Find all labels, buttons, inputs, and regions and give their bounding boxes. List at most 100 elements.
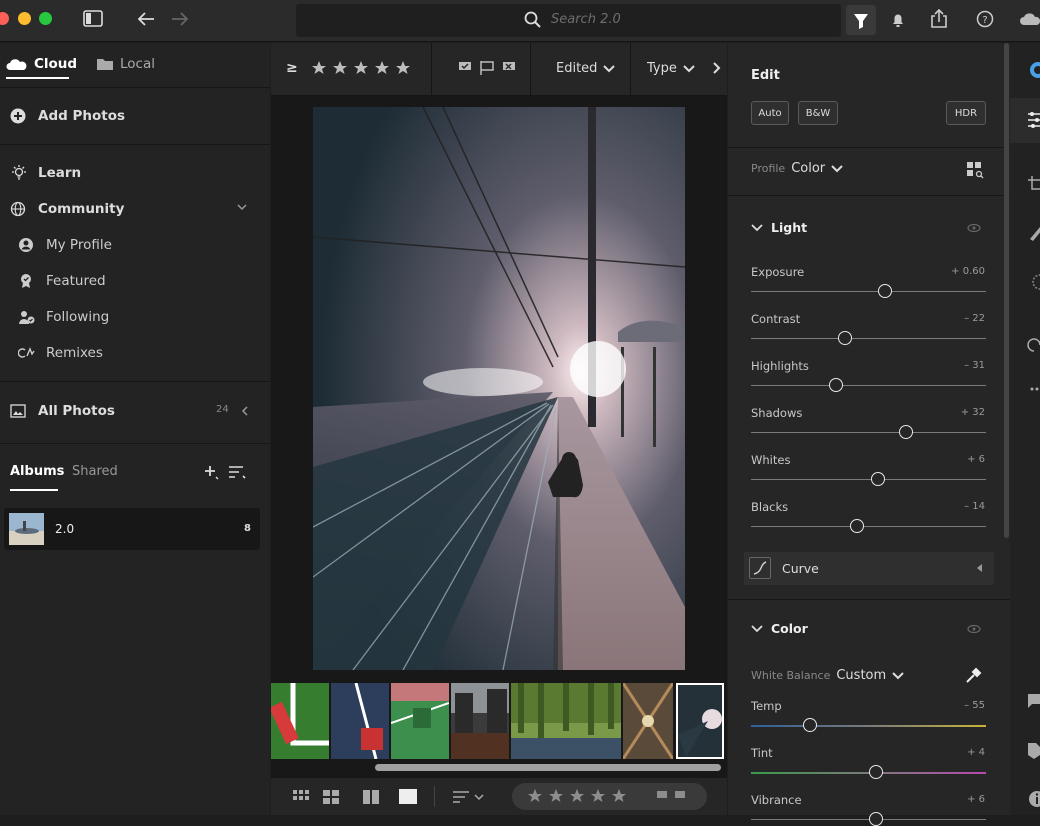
history-icon[interactable] — [1026, 336, 1040, 354]
filmstrip-thumbnail-selected[interactable] — [676, 683, 724, 759]
sidebar-item-following[interactable]: Following — [18, 306, 109, 328]
comments-icon[interactable] — [1028, 693, 1040, 709]
light-section-header[interactable]: Light — [751, 220, 807, 235]
tab-local[interactable]: Local — [96, 53, 155, 75]
sidebar-item-learn[interactable]: Learn — [10, 162, 81, 184]
filmstrip-thumbnail[interactable] — [391, 683, 449, 759]
sort-albums-icon[interactable] — [228, 464, 246, 480]
slider-track[interactable] — [751, 725, 986, 727]
back-arrow-icon[interactable] — [136, 10, 156, 28]
sidebar-item-all-photos[interactable]: All Photos 24 — [10, 400, 260, 422]
masking-icon[interactable] — [1028, 273, 1040, 291]
edited-filter-dropdown[interactable]: Edited — [556, 61, 616, 76]
light-section-label: Light — [771, 220, 808, 235]
chevron-left-icon[interactable] — [240, 405, 250, 417]
white-balance-dropdown[interactable]: White Balance Custom — [751, 668, 905, 683]
slider-track[interactable] — [751, 385, 986, 386]
unflagged-icon[interactable] — [479, 60, 495, 76]
slider-knob[interactable] — [899, 425, 914, 439]
filmstrip-thumbnail[interactable] — [623, 683, 673, 759]
chevron-right-icon[interactable] — [711, 62, 721, 74]
search-icon — [524, 11, 542, 29]
edit-tool-button[interactable] — [1010, 98, 1040, 143]
sidebar-item-my-profile[interactable]: My Profile — [18, 234, 112, 256]
slider-knob[interactable] — [877, 284, 892, 298]
edit-panel-scrollbar[interactable] — [1004, 43, 1009, 538]
rating-flag-pill[interactable] — [512, 783, 707, 810]
close-window-button[interactable] — [0, 12, 9, 25]
crop-icon[interactable] — [1028, 176, 1040, 194]
auto-button[interactable]: Auto — [751, 101, 789, 125]
more-options-icon[interactable] — [1030, 386, 1040, 392]
info-icon[interactable] — [1028, 790, 1040, 808]
single-view-icon[interactable] — [399, 789, 417, 804]
curve-section-header[interactable]: Curve — [744, 552, 994, 585]
filter-button[interactable] — [846, 5, 876, 35]
help-icon[interactable]: ? — [976, 10, 994, 28]
slider-label: Temp — [751, 699, 782, 713]
square-grid-icon[interactable] — [323, 790, 339, 804]
slider-knob[interactable] — [828, 378, 843, 392]
chevron-down-icon[interactable] — [236, 202, 248, 212]
compare-view-icon[interactable] — [363, 790, 379, 804]
forward-arrow-icon[interactable] — [170, 10, 190, 28]
sidebar-item-community[interactable]: Community — [10, 198, 260, 220]
slider-value: + 32 — [960, 407, 985, 418]
add-album-icon[interactable] — [203, 464, 219, 480]
filmstrip-thumbnail[interactable] — [511, 683, 621, 759]
panel-toggle-icon[interactable] — [83, 10, 103, 28]
pick-flag-icon[interactable] — [457, 60, 473, 76]
slider-track[interactable] — [751, 291, 986, 292]
filmstrip-thumbnail[interactable] — [271, 683, 329, 759]
slider-knob[interactable] — [870, 472, 885, 486]
healing-brush-icon[interactable] — [1028, 223, 1040, 241]
filmstrip-thumbnail[interactable] — [331, 683, 389, 759]
album-item[interactable]: 2.0 8 — [4, 508, 260, 550]
slider-track[interactable] — [751, 479, 986, 480]
star-rating-filter[interactable] — [311, 60, 421, 78]
add-photos-button[interactable]: Add Photos — [10, 105, 125, 127]
slider-knob[interactable] — [802, 718, 817, 732]
tab-albums[interactable]: Albums — [10, 460, 64, 482]
profile-dropdown[interactable]: Profile Color — [751, 161, 844, 176]
maximize-window-button[interactable] — [39, 12, 52, 25]
profile-browser-icon[interactable] — [966, 161, 986, 179]
filmstrip-thumbnail[interactable] — [451, 683, 509, 759]
slider-track[interactable] — [751, 526, 986, 527]
color-wheel-icon[interactable] — [1028, 61, 1040, 79]
eyedropper-icon[interactable] — [964, 667, 982, 685]
color-section-label: Color — [771, 621, 808, 636]
type-filter-dropdown[interactable]: Type — [647, 61, 696, 76]
keywords-icon[interactable] — [1028, 743, 1040, 759]
bw-button[interactable]: B&W — [798, 101, 838, 125]
remix-icon — [18, 346, 38, 360]
grid-view-icon[interactable] — [293, 790, 309, 804]
filmstrip — [271, 683, 727, 771]
slider-track[interactable] — [751, 432, 986, 433]
color-section-header[interactable]: Color — [751, 621, 808, 636]
slider-knob[interactable] — [849, 519, 864, 533]
sort-icon[interactable] — [453, 790, 487, 804]
tab-cloud[interactable]: Cloud — [6, 53, 77, 75]
slider-knob[interactable] — [868, 812, 883, 826]
reject-flag-icon[interactable] — [501, 60, 517, 76]
cloud-sync-icon[interactable] — [1018, 10, 1040, 28]
tab-shared[interactable]: Shared — [72, 460, 118, 482]
slider-track[interactable] — [751, 338, 986, 339]
divider — [0, 443, 270, 444]
slider-knob[interactable] — [838, 331, 852, 345]
sidebar-item-featured[interactable]: Featured — [18, 270, 106, 292]
search-field[interactable]: Search 2.0 — [296, 4, 841, 37]
tab-cloud-label: Cloud — [34, 56, 78, 72]
rating-comparator[interactable]: ≥ — [286, 60, 298, 76]
notifications-icon[interactable] — [889, 11, 907, 29]
hdr-button[interactable]: HDR — [946, 101, 986, 125]
sidebar-item-remixes[interactable]: Remixes — [18, 342, 103, 364]
profile-label: Profile — [751, 162, 786, 175]
share-icon[interactable] — [929, 9, 949, 29]
filmstrip-scrollbar[interactable] — [375, 764, 721, 771]
eye-icon[interactable] — [967, 223, 981, 233]
eye-icon[interactable] — [967, 624, 981, 634]
minimize-window-button[interactable] — [18, 12, 31, 25]
slider-knob[interactable] — [868, 765, 883, 779]
